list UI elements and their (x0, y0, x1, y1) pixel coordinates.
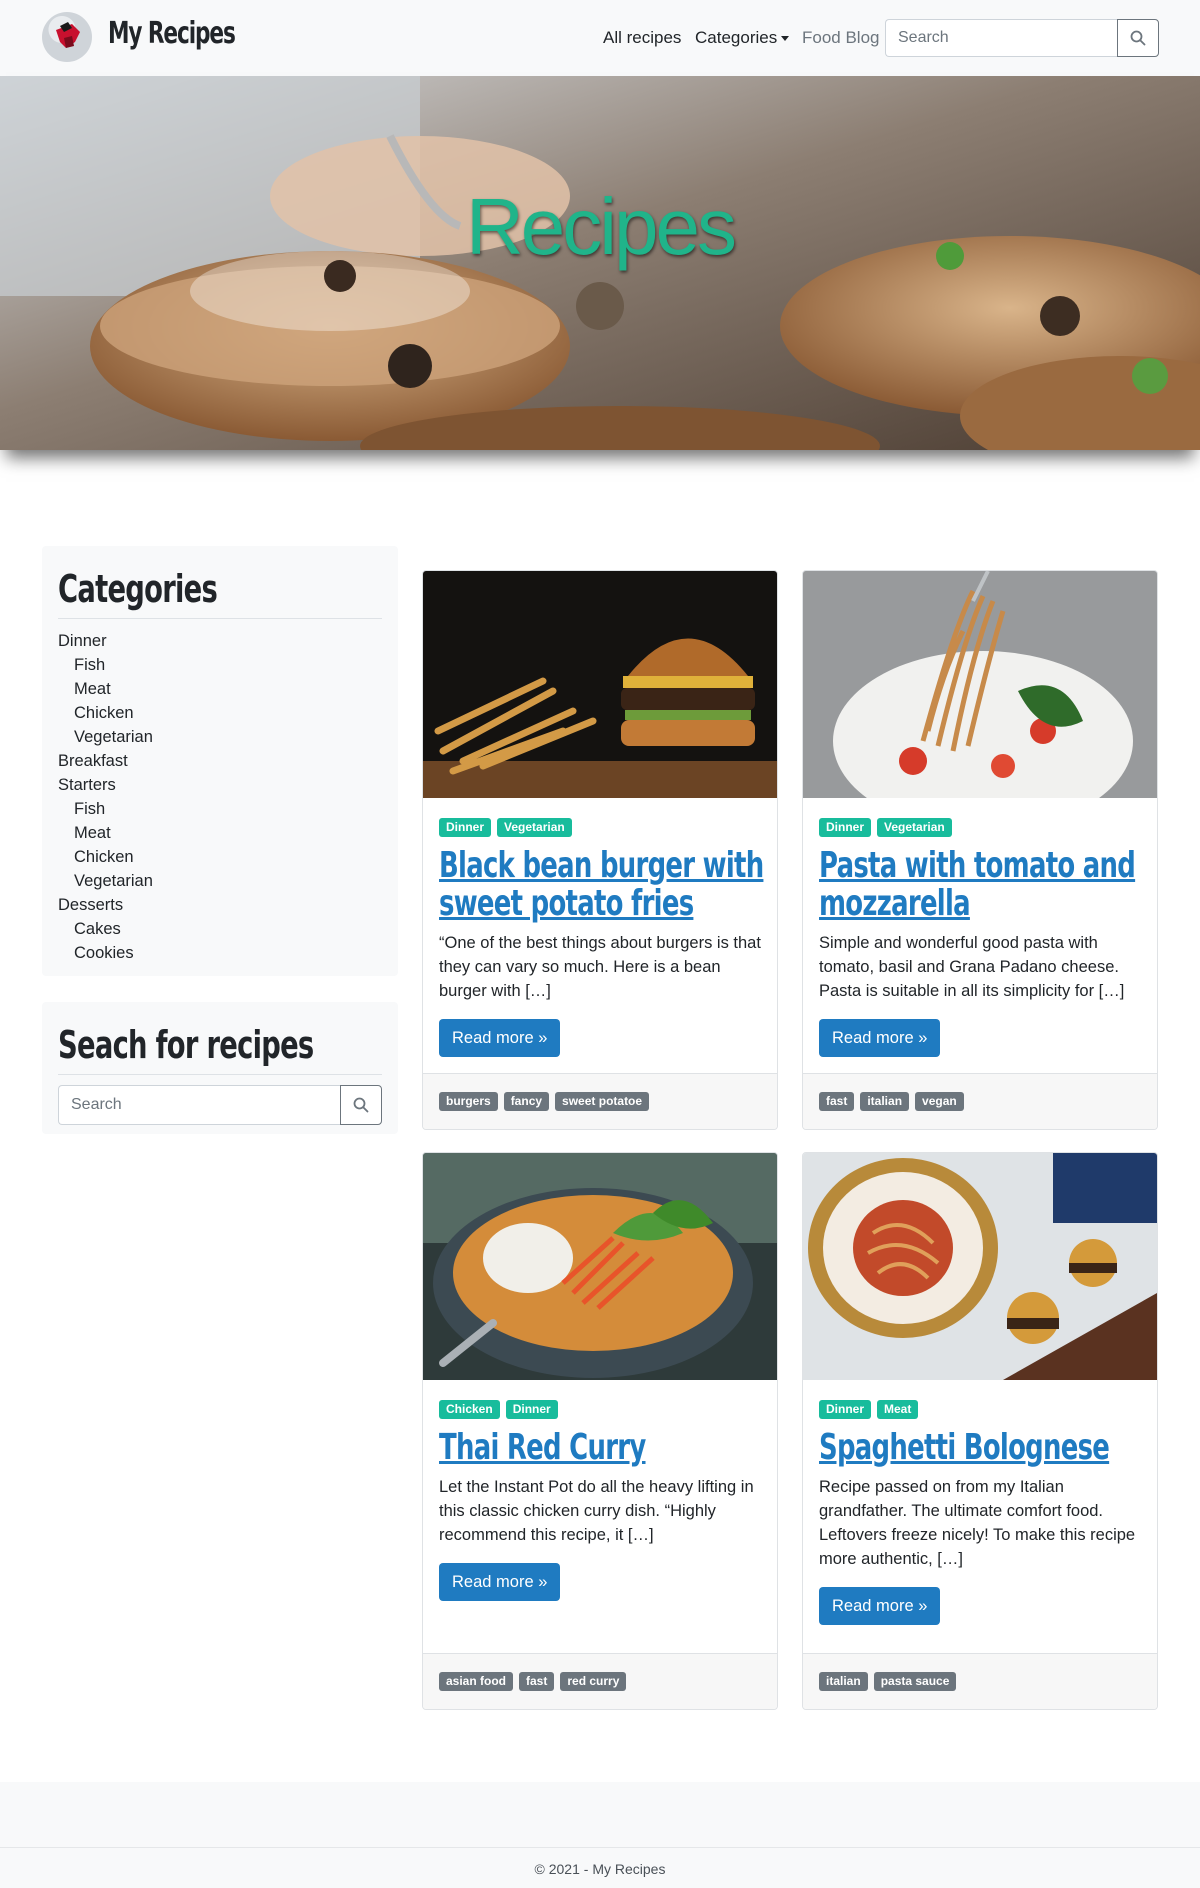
categories-heading: Categories (58, 567, 218, 611)
card-body: Dinner Vegetarian Black bean burger with… (423, 798, 777, 1057)
category-badges: Dinner Meat (819, 1400, 1141, 1420)
curry-bowl-photo[interactable] (423, 1153, 777, 1380)
card-body: Dinner Vegetarian Pasta with tomato and … (803, 798, 1157, 1057)
category-link[interactable]: Dinner (58, 629, 382, 653)
nav-search-form (885, 19, 1159, 57)
recipe-excerpt: Simple and wonderful good pasta with tom… (819, 934, 1125, 1000)
nav-search-input[interactable] (885, 19, 1117, 57)
recipe-card: Dinner Vegetarian Black bean burger with… (422, 570, 778, 1130)
category-badge[interactable]: Chicken (439, 1400, 500, 1419)
nav-categories-dropdown[interactable]: Categories (695, 28, 790, 48)
card-body: Dinner Meat Spaghetti Bolognese Recipe p… (803, 1380, 1157, 1625)
footer-divider (0, 1847, 1200, 1848)
tag-badge[interactable]: italian (819, 1672, 868, 1691)
tag-footer: italian pasta sauce (803, 1653, 1157, 1709)
card-body: Chicken Dinner Thai Red Curry Let the In… (423, 1380, 777, 1601)
tag-badge[interactable]: sweet potatoe (555, 1092, 650, 1111)
nav-all-recipes-link[interactable]: All recipes (603, 28, 681, 48)
recipe-card: Chicken Dinner Thai Red Curry Let the In… (422, 1152, 778, 1710)
recipe-title-link[interactable]: Spaghetti Bolognese (819, 1429, 1150, 1467)
read-more-button[interactable]: Read more » (439, 1563, 561, 1601)
category-link[interactable]: Starters (58, 773, 382, 797)
category-badge[interactable]: Vegetarian (497, 818, 572, 837)
tag-badge[interactable]: burgers (439, 1092, 498, 1111)
read-more-button[interactable]: Read more » (819, 1019, 941, 1057)
category-list: Dinner Fish Meat Chicken Vegetarian Breakfast… (58, 629, 382, 965)
category-badges: Chicken Dinner (439, 1400, 761, 1420)
tag-footer: burgers fancy sweet potatoe (423, 1073, 777, 1129)
category-link[interactable]: Desserts (58, 893, 382, 917)
category-badges: Dinner Vegetarian (819, 818, 1141, 838)
nav-categories-label: Categories (695, 28, 778, 47)
recipe-search-heading: Seach for recipes (58, 1023, 314, 1067)
recipe-card: Dinner Vegetarian Pasta with tomato and … (802, 570, 1158, 1130)
sidebar-search-input[interactable] (58, 1085, 340, 1125)
sidebar-search-button[interactable] (340, 1085, 382, 1125)
category-badge[interactable]: Dinner (819, 1400, 872, 1419)
category-link[interactable]: Chicken (58, 845, 382, 869)
copyright-text: © 2021 - My Recipes (534, 1861, 666, 1877)
categories-panel: Categories Dinner Fish Meat Chicken Vegetari… (42, 546, 398, 976)
divider (58, 618, 382, 619)
hero-banner: Recipes (0, 76, 1200, 450)
hero-title: Recipes (465, 182, 737, 271)
category-badge[interactable]: Dinner (439, 818, 492, 837)
tag-badge[interactable]: fancy (503, 1092, 550, 1111)
category-link[interactable]: Cookies (58, 941, 382, 965)
tag-footer: asian food fast red curry (423, 1653, 777, 1709)
nav-food-blog-link[interactable]: Food Blog (802, 28, 880, 48)
pasta-on-fork-photo[interactable] (803, 571, 1157, 798)
tag-badge[interactable]: vegan (915, 1092, 964, 1111)
sidebar-search-form (58, 1085, 382, 1125)
category-badge[interactable]: Dinner (819, 818, 872, 837)
divider (58, 1074, 382, 1075)
category-link[interactable]: Fish (58, 797, 382, 821)
burger-and-fries-photo[interactable] (423, 571, 777, 798)
category-badge[interactable]: Vegetarian (877, 818, 952, 837)
category-badge[interactable]: Dinner (505, 1400, 558, 1419)
brand-logo-icon[interactable] (42, 12, 92, 62)
category-link[interactable]: Vegetarian (58, 725, 382, 749)
tag-badge[interactable]: asian food (439, 1672, 514, 1691)
category-badge[interactable]: Meat (877, 1400, 919, 1419)
category-link[interactable]: Meat (58, 677, 382, 701)
recipe-title-link[interactable]: Black bean burger with sweet potato frie… (439, 847, 770, 923)
caret-down-icon (781, 36, 790, 42)
category-link[interactable]: Chicken (58, 701, 382, 725)
recipe-search-panel: Seach for recipes (42, 1002, 398, 1134)
search-icon (1130, 30, 1146, 46)
recipe-title-link[interactable]: Thai Red Curry (439, 1429, 770, 1467)
tag-badge[interactable]: red curry (560, 1672, 627, 1691)
brand-name[interactable]: My Recipes (108, 16, 236, 51)
search-icon (353, 1097, 369, 1113)
recipe-card: Dinner Meat Spaghetti Bolognese Recipe p… (802, 1152, 1158, 1710)
category-link[interactable]: Breakfast (58, 749, 382, 773)
category-link[interactable]: Vegetarian (58, 869, 382, 893)
read-more-button[interactable]: Read more » (819, 1587, 941, 1625)
tag-badge[interactable]: fast (519, 1672, 555, 1691)
category-link[interactable]: Cakes (58, 917, 382, 941)
recipe-title-link[interactable]: Pasta with tomato and mozzarella (819, 847, 1150, 923)
category-badges: Dinner Vegetarian (439, 818, 761, 838)
top-navbar: My Recipes All recipes Categories Food B… (0, 0, 1200, 76)
tag-badge[interactable]: pasta sauce (873, 1672, 957, 1691)
recipe-excerpt: Recipe passed on from my Italian grandfa… (819, 1478, 1136, 1568)
recipe-excerpt: “One of the best things about burgers is… (439, 934, 761, 1000)
category-link[interactable]: Fish (58, 653, 382, 677)
spaghetti-and-sliders-photo[interactable] (803, 1153, 1157, 1380)
read-more-button[interactable]: Read more » (439, 1019, 561, 1057)
tag-footer: fast italian vegan (803, 1073, 1157, 1129)
tag-badge[interactable]: fast (819, 1092, 855, 1111)
tag-badge[interactable]: italian (860, 1092, 910, 1111)
recipe-excerpt: Let the Instant Pot do all the heavy lif… (439, 1478, 754, 1544)
category-link[interactable]: Meat (58, 821, 382, 845)
nav-search-button[interactable] (1117, 19, 1159, 57)
